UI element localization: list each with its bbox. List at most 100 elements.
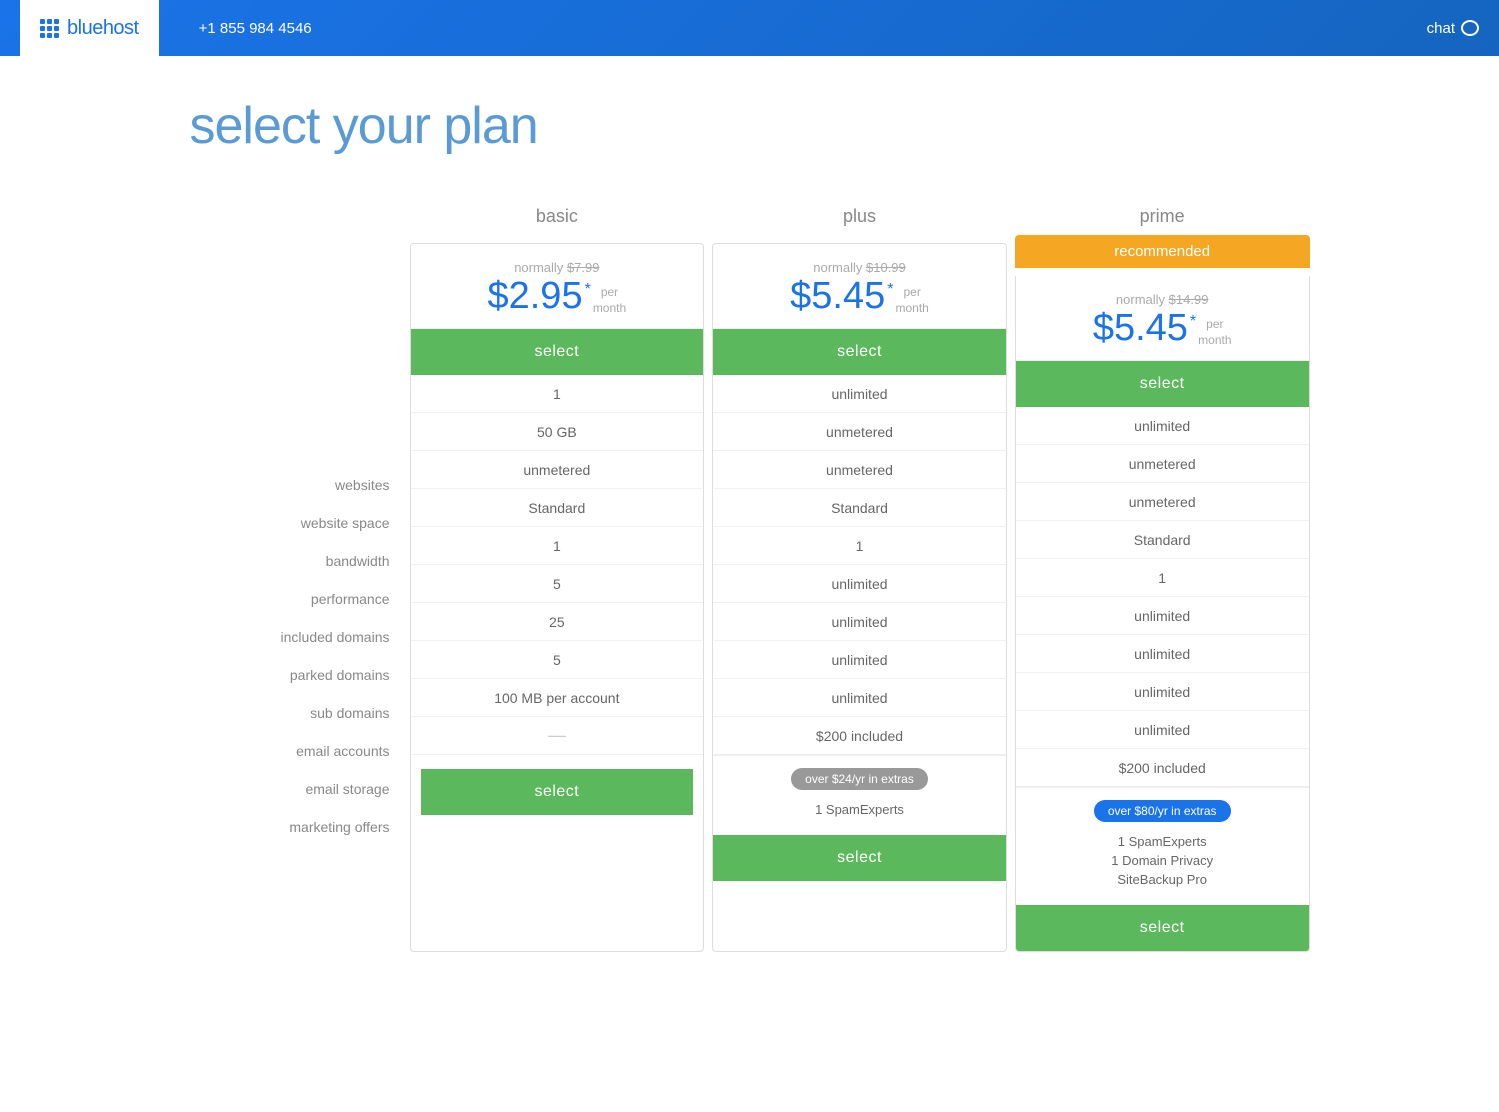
basic-sub-domains: 25 xyxy=(411,603,704,641)
prime-bandwidth: unmetered xyxy=(1016,483,1309,521)
plan-plus-normally: normally $10.99 xyxy=(725,260,994,275)
plan-basic-per: permonth xyxy=(593,285,626,316)
plan-plus-asterisk: * xyxy=(887,281,893,299)
prime-parked-domains: unlimited xyxy=(1016,597,1309,635)
basic-websites: 1 xyxy=(411,375,704,413)
chat-button[interactable]: chat xyxy=(1427,20,1479,37)
plan-prime-header: prime recommended xyxy=(1015,206,1310,276)
basic-marketing-offers: — xyxy=(411,717,704,755)
plan-plus-features: unlimited unmetered unmetered Standard 1… xyxy=(713,375,1006,755)
basic-bandwidth: unmetered xyxy=(411,451,704,489)
chat-label: chat xyxy=(1427,20,1455,37)
plus-parked-domains: unlimited xyxy=(713,565,1006,603)
label-email-storage: email storage xyxy=(190,770,410,808)
label-websites: websites xyxy=(190,466,410,504)
prime-email-accounts: unlimited xyxy=(1016,673,1309,711)
plus-marketing-offers: $200 included xyxy=(713,717,1006,755)
plus-websites: unlimited xyxy=(713,375,1006,413)
chat-bubble-icon xyxy=(1461,20,1479,36)
basic-website-space: 50 GB xyxy=(411,413,704,451)
plan-plus-per: permonth xyxy=(895,285,928,316)
plus-marketing-price: $200 included xyxy=(816,728,903,744)
plan-plus-card: normally $10.99 $5.45 * permonth select … xyxy=(712,243,1007,952)
plus-extras-badge: over $24/yr in extras xyxy=(791,768,928,790)
plan-prime-pricing: normally $14.99 $5.45 * permonth xyxy=(1016,276,1309,361)
prime-marketing-price: $200 included xyxy=(1119,760,1206,776)
phone-number: +1 855 984 4546 xyxy=(199,20,312,37)
prime-email-storage: unlimited xyxy=(1016,711,1309,749)
plan-basic-asterisk: * xyxy=(585,281,591,299)
header: bluehost +1 855 984 4546 chat xyxy=(0,0,1499,56)
plan-plus-select-top[interactable]: select xyxy=(713,329,1006,375)
plus-email-storage: unlimited xyxy=(713,679,1006,717)
prime-marketing-offers: $200 included xyxy=(1016,749,1309,787)
prime-extras: over $80/yr in extras 1 SpamExperts 1 Do… xyxy=(1016,787,1309,903)
prime-domain-privacy: 1 Domain Privacy xyxy=(1026,853,1299,868)
basic-parked-domains: 5 xyxy=(411,565,704,603)
plan-basic-pricing: normally $7.99 $2.95 * permonth xyxy=(411,244,704,329)
plan-basic-select-top[interactable]: select xyxy=(411,329,704,375)
page-content: select your plan websites website space … xyxy=(150,56,1350,1012)
plus-spamexperts: 1 SpamExperts xyxy=(723,802,996,817)
basic-email-storage: 100 MB per account xyxy=(411,679,704,717)
plan-prime-normally: normally $14.99 xyxy=(1028,292,1297,307)
plus-website-space: unmetered xyxy=(713,413,1006,451)
plan-plus: plus normally $10.99 $5.45 * permonth se… xyxy=(712,206,1007,952)
plan-prime: prime recommended normally $14.99 $5.45 … xyxy=(1015,206,1310,952)
plan-prime-card: normally $14.99 $5.45 * permonth select … xyxy=(1015,276,1310,952)
basic-included-domains: 1 xyxy=(411,527,704,565)
label-email-accounts: email accounts xyxy=(190,732,410,770)
plan-prime-per: permonth xyxy=(1198,317,1231,348)
plan-basic-price: $2.95 xyxy=(487,277,582,315)
plan-basic-tier: basic xyxy=(410,206,705,227)
prime-performance: Standard xyxy=(1016,521,1309,559)
logo-text: bluehost xyxy=(67,17,139,40)
plan-basic-normally: normally $7.99 xyxy=(423,260,692,275)
plan-basic-price-row: $2.95 * permonth xyxy=(423,277,692,316)
feature-labels-column: websites website space bandwidth perform… xyxy=(190,206,410,846)
plan-basic-header: basic xyxy=(410,206,705,243)
page-title: select your plan xyxy=(190,96,1310,156)
label-included-domains: included domains xyxy=(190,618,410,656)
prime-websites: unlimited xyxy=(1016,407,1309,445)
prime-included-domains: 1 xyxy=(1016,559,1309,597)
plans-wrapper: websites website space bandwidth perform… xyxy=(190,206,1310,952)
label-performance: performance xyxy=(190,580,410,618)
plan-plus-select-bottom[interactable]: select xyxy=(713,835,1006,881)
plan-plus-pricing: normally $10.99 $5.45 * permonth xyxy=(713,244,1006,329)
plus-extras: over $24/yr in extras 1 SpamExperts xyxy=(713,755,1006,833)
prime-extras-badge: over $80/yr in extras xyxy=(1094,800,1231,822)
plan-prime-price-row: $5.45 * permonth xyxy=(1028,309,1297,348)
label-bandwidth: bandwidth xyxy=(190,542,410,580)
label-website-space: website space xyxy=(190,504,410,542)
prime-sub-domains: unlimited xyxy=(1016,635,1309,673)
label-sub-domains: sub domains xyxy=(190,694,410,732)
plan-prime-select-top[interactable]: select xyxy=(1016,361,1309,407)
plus-included-domains: 1 xyxy=(713,527,1006,565)
basic-email-accounts: 5 xyxy=(411,641,704,679)
plan-plus-header: plus xyxy=(712,206,1007,243)
plan-basic-card: normally $7.99 $2.95 * permonth select 1… xyxy=(410,243,705,952)
label-marketing-offers: marketing offers xyxy=(190,808,410,846)
plan-prime-price: $5.45 xyxy=(1093,309,1188,347)
prime-spamexperts: 1 SpamExperts xyxy=(1026,834,1299,849)
plan-prime-tier: prime xyxy=(1015,206,1310,227)
plan-prime-asterisk: * xyxy=(1190,313,1196,331)
plan-basic: basic normally $7.99 $2.95 * permonth se… xyxy=(410,206,705,952)
basic-marketing-dash: — xyxy=(548,725,566,746)
logo-area: bluehost xyxy=(20,0,159,56)
label-parked-domains: parked domains xyxy=(190,656,410,694)
plan-plus-tier: plus xyxy=(712,206,1007,227)
plan-plus-price-row: $5.45 * permonth xyxy=(725,277,994,316)
recommended-badge: recommended xyxy=(1015,235,1310,268)
plus-bandwidth: unmetered xyxy=(713,451,1006,489)
prime-website-space: unmetered xyxy=(1016,445,1309,483)
plus-performance: Standard xyxy=(713,489,1006,527)
plus-email-accounts: unlimited xyxy=(713,641,1006,679)
logo-grid-icon xyxy=(40,19,59,38)
plan-plus-price: $5.45 xyxy=(790,277,885,315)
plan-prime-select-bottom[interactable]: select xyxy=(1016,905,1309,951)
basic-performance: Standard xyxy=(411,489,704,527)
plan-basic-features: 1 50 GB unmetered Standard 1 5 25 5 100 … xyxy=(411,375,704,755)
plan-basic-select-bottom[interactable]: select xyxy=(421,769,694,815)
